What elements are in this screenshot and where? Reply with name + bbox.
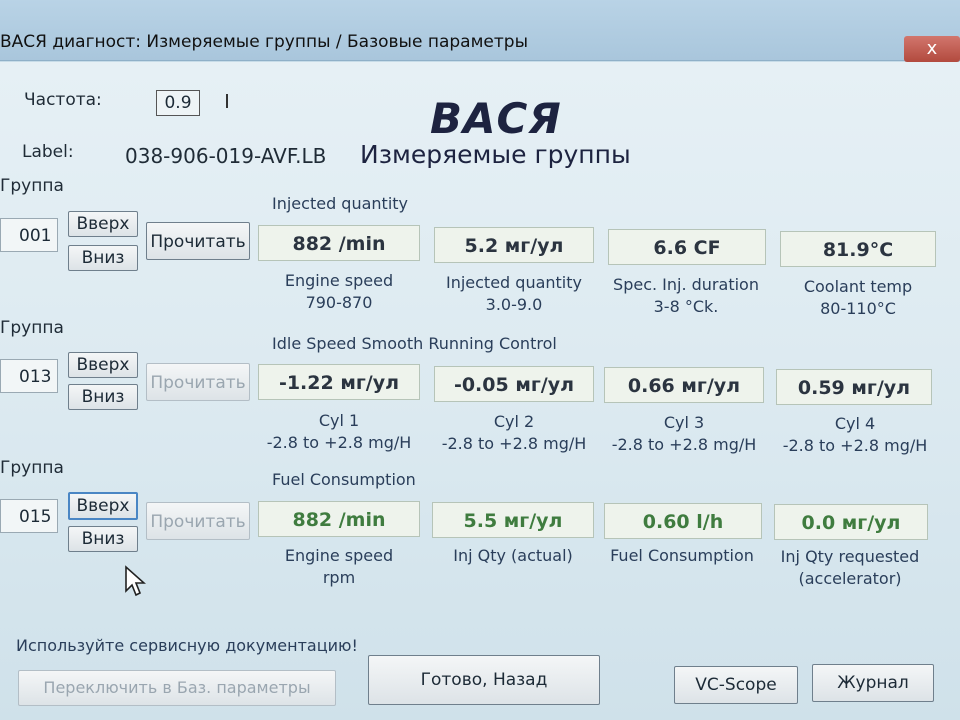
field-spec: (accelerator)	[798, 569, 902, 588]
frequency-indicator	[226, 94, 228, 108]
field-name: Cyl 1	[318, 411, 360, 430]
group-3-down-button[interactable]: Вниз	[68, 526, 138, 552]
field-spec: rpm	[322, 568, 356, 587]
group-2-read-button[interactable]: Прочитать	[146, 363, 250, 401]
group-3-field-1-caption: Engine speed rpm	[256, 545, 422, 589]
group-1-title: Injected quantity	[272, 194, 409, 213]
close-icon: x	[926, 38, 938, 59]
group-3-field-2-value: 5.5 мг/ул	[432, 502, 594, 538]
group-2-field-3-value: 0.66 мг/ул	[604, 367, 764, 403]
group-3-field-4-caption: Inj Qty requested (accelerator)	[770, 546, 930, 590]
switch-basic-params-button[interactable]: Переключить в Баз. параметры	[18, 670, 336, 706]
label-value: 038-906-019-AVF.LB	[125, 144, 327, 168]
field-spec: -2.8 to +2.8 mg/H	[266, 433, 412, 452]
field-name: Engine speed	[284, 546, 394, 565]
field-name: Coolant temp	[803, 277, 913, 296]
field-spec: 80-110°C	[820, 299, 896, 318]
group-1-down-button[interactable]: Вниз	[68, 245, 138, 271]
brand-logo-text: ВАСЯ	[430, 94, 562, 143]
group-1-field-3-caption: Spec. Inj. duration 3-8 °Ck.	[600, 274, 772, 318]
done-back-button[interactable]: Готово, Назад	[368, 655, 600, 705]
field-name: Fuel Consumption	[610, 546, 754, 565]
field-spec: 3-8 °Ck.	[653, 297, 719, 316]
group-3-field-3-caption: Fuel Consumption	[598, 545, 766, 567]
field-name: Inj Qty (actual)	[453, 546, 573, 565]
field-name: Cyl 2	[493, 412, 535, 431]
field-spec: 790-870	[305, 293, 373, 312]
group-3-field-4-value: 0.0 мг/ул	[774, 504, 928, 540]
frequency-value: 0.9	[156, 90, 200, 116]
group-1-number[interactable]: 001	[0, 218, 58, 252]
group-3-field-3-value: 0.60 l/h	[604, 503, 762, 539]
page-subtitle: Измеряемые группы	[360, 140, 631, 169]
field-spec: -2.8 to +2.8 mg/H	[441, 434, 587, 453]
group-1-label: Группа	[0, 176, 64, 196]
group-3-read-button[interactable]: Прочитать	[146, 502, 250, 540]
field-name: Spec. Inj. duration	[613, 275, 759, 294]
group-2-field-1-value: -1.22 мг/ул	[258, 364, 420, 400]
field-name: Cyl 4	[834, 414, 876, 433]
group-3-title: Fuel Consumption	[272, 470, 416, 489]
group-2-field-1-caption: Cyl 1 -2.8 to +2.8 mg/H	[256, 410, 422, 454]
group-1-field-1-value: 882 /min	[258, 225, 420, 261]
field-spec: -2.8 to +2.8 mg/H	[782, 436, 928, 455]
group-2-label: Группа	[0, 318, 64, 338]
group-3-field-1-value: 882 /min	[258, 501, 420, 537]
group-1-up-button[interactable]: Вверх	[68, 211, 138, 237]
field-spec: 3.0-9.0	[485, 295, 543, 314]
journal-button[interactable]: Журнал	[812, 664, 934, 702]
service-doc-hint: Используйте сервисную документацию!	[16, 636, 358, 655]
label-caption: Label:	[22, 142, 74, 162]
window-title: ВАСЯ диагност: Измеряемые группы / Базов…	[0, 32, 528, 52]
group-2-field-4-value: 0.59 мг/ул	[776, 369, 932, 405]
mouse-cursor-icon	[125, 565, 146, 597]
group-1-field-1-caption: Engine speed 790-870	[258, 270, 420, 314]
group-1-field-4-caption: Coolant temp 80-110°C	[780, 276, 936, 320]
group-3-up-button[interactable]: Вверх	[68, 492, 138, 520]
field-name: Cyl 3	[663, 413, 705, 432]
group-3-field-2-caption: Inj Qty (actual)	[430, 545, 596, 567]
frequency-label: Частота:	[24, 90, 102, 110]
group-2-field-2-value: -0.05 мг/ул	[434, 366, 594, 402]
field-spec: -2.8 to +2.8 mg/H	[611, 435, 757, 454]
group-2-title: Idle Speed Smooth Running Control	[272, 334, 557, 353]
group-2-down-button[interactable]: Вниз	[68, 384, 138, 410]
group-2-field-4-caption: Cyl 4 -2.8 to +2.8 mg/H	[772, 413, 938, 457]
close-button[interactable]: x	[904, 36, 960, 62]
group-3-number[interactable]: 015	[0, 499, 58, 533]
vc-scope-button[interactable]: VC-Scope	[674, 666, 798, 704]
field-name: Engine speed	[284, 271, 394, 290]
group-1-field-2-caption: Injected quantity 3.0-9.0	[432, 272, 596, 316]
group-2-up-button[interactable]: Вверх	[68, 352, 138, 378]
group-1-field-4-value: 81.9°C	[780, 231, 936, 267]
group-2-field-3-caption: Cyl 3 -2.8 to +2.8 mg/H	[600, 412, 768, 456]
field-name: Inj Qty requested	[780, 547, 920, 566]
group-2-number[interactable]: 013	[0, 359, 58, 393]
group-3-label: Группа	[0, 458, 64, 478]
group-1-field-2-value: 5.2 мг/ул	[434, 227, 594, 263]
group-1-read-button[interactable]: Прочитать	[146, 222, 250, 260]
group-1-field-3-value: 6.6 CF	[608, 229, 766, 265]
group-2-field-2-caption: Cyl 2 -2.8 to +2.8 mg/H	[430, 411, 598, 455]
field-name: Injected quantity	[445, 273, 582, 292]
